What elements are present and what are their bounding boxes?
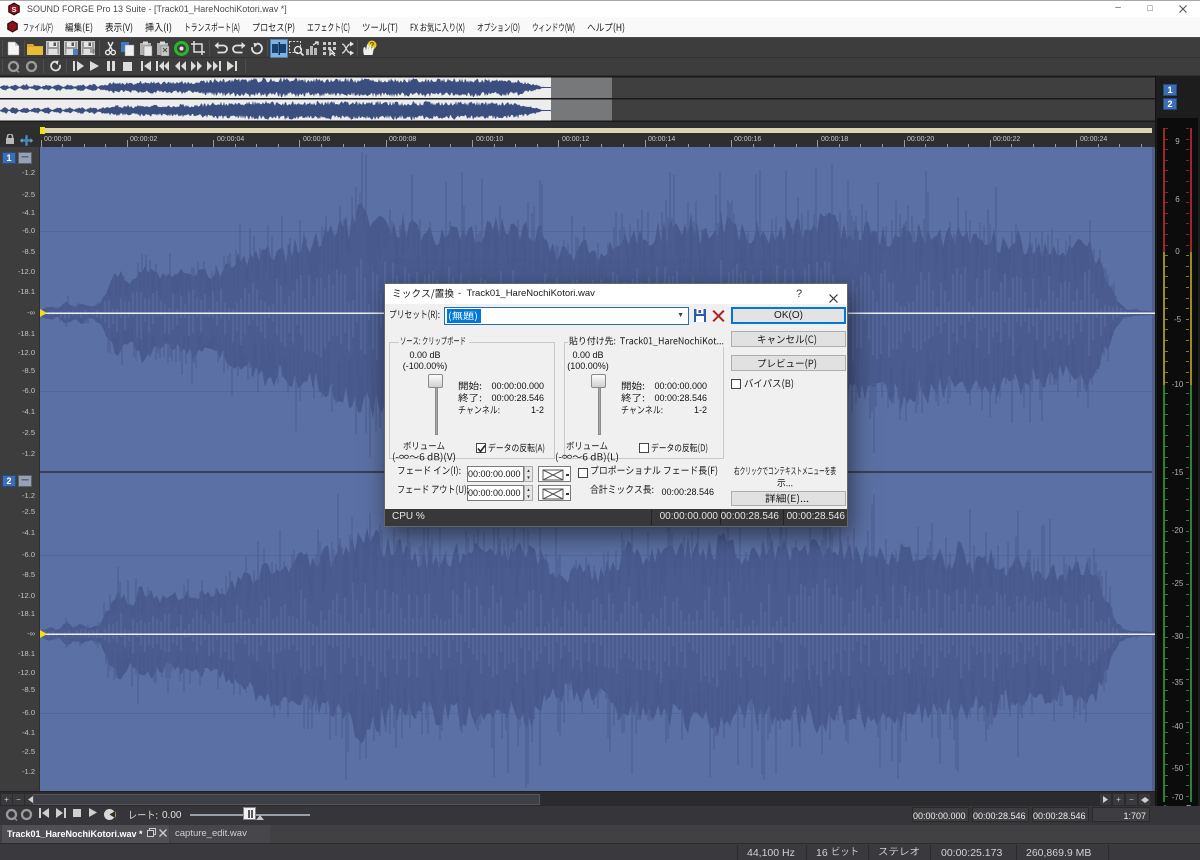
svg-text:S: S	[11, 5, 16, 14]
